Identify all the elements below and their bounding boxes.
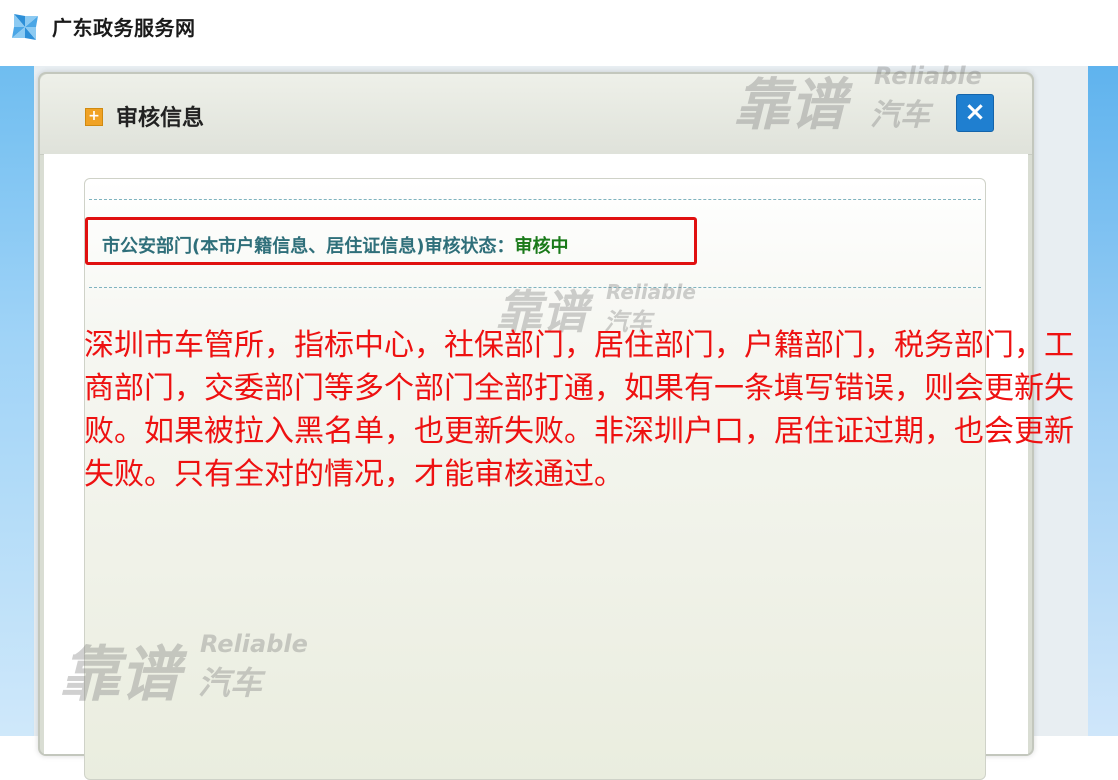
- annotation-note: 深圳市车管所，指标中心，社保部门，居住部门，户籍部门，税务部门，工商部门，交委部…: [84, 328, 1074, 492]
- plus-square-icon: +: [85, 108, 103, 126]
- dialog-header: + 审核信息 ×: [40, 74, 1032, 155]
- status-value: 审核中: [514, 236, 569, 257]
- status-highlight-box: 市公安部门(本市户籍信息、居住证信息)审核状态：审核中: [85, 217, 697, 265]
- pinwheel-logo-icon: [12, 14, 38, 40]
- status-row: 市公安部门(本市户籍信息、居住证信息)审核状态：审核中: [102, 232, 568, 258]
- site-title[interactable]: 广东政务服务网: [52, 12, 196, 41]
- top-header: 广东政务服务网: [0, 0, 1118, 58]
- divider: [89, 199, 981, 200]
- divider: [89, 287, 981, 288]
- page-background-left: [0, 66, 34, 736]
- status-label: 市公安部门(本市户籍信息、居住证信息)审核状态：: [102, 236, 515, 257]
- dialog-title: 审核信息: [116, 106, 205, 131]
- close-button[interactable]: ×: [956, 94, 994, 132]
